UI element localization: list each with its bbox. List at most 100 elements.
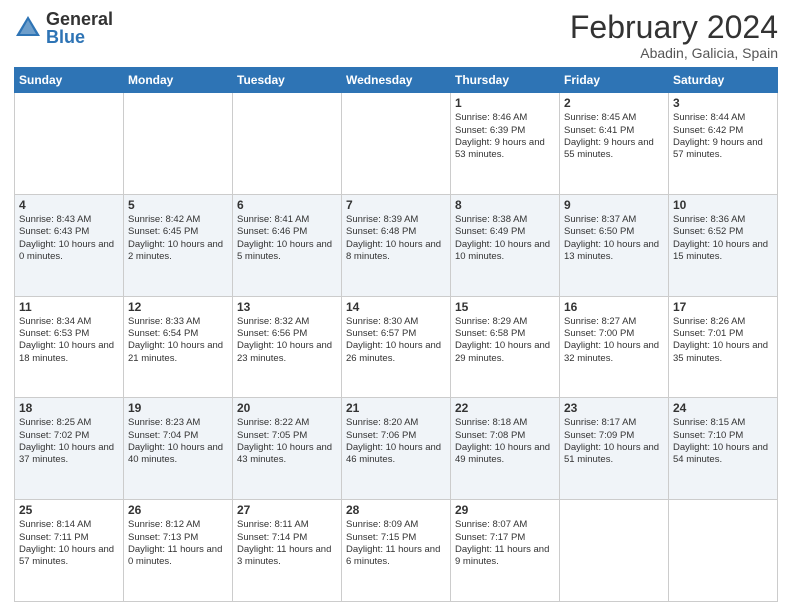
cell-text: Sunrise: 8:11 AMSunset: 7:14 PMDaylight:… <box>237 519 337 568</box>
cell-text: Sunrise: 8:29 AMSunset: 6:58 PMDaylight:… <box>455 316 555 365</box>
calendar-body: 1 Sunrise: 8:46 AMSunset: 6:39 PMDaylight… <box>15 93 778 602</box>
calendar-cell: 4Sunrise: 8:43 AMSunset: 6:43 PMDaylight… <box>15 194 124 296</box>
cell-text: Sunrise: 8:09 AMSunset: 7:15 PMDaylight:… <box>346 519 446 568</box>
logo-general: General <box>46 10 113 28</box>
cell-text: Sunrise: 8:32 AMSunset: 6:56 PMDaylight:… <box>237 316 337 365</box>
cell-text: Sunrise: 8:22 AMSunset: 7:05 PMDaylight:… <box>237 417 337 466</box>
cell-text: Sunrise: 8:12 AMSunset: 7:13 PMDaylight:… <box>128 519 228 568</box>
cell-text: Sunrise: 8:26 AMSunset: 7:01 PMDaylight:… <box>673 316 773 365</box>
day-number: 26 <box>128 503 228 517</box>
calendar-cell: 6 Sunrise: 8:41 AMSunset: 6:46 PMDaylight… <box>233 194 342 296</box>
logo-icon <box>14 14 42 42</box>
calendar-cell <box>342 93 451 195</box>
calendar-cell: 21 Sunrise: 8:20 AMSunset: 7:06 PMDayligh… <box>342 398 451 500</box>
cell-text: Sunrise: 8:33 AMSunset: 6:54 PMDaylight:… <box>128 316 228 365</box>
logo: General Blue <box>14 10 113 46</box>
day-number: 25 <box>19 503 119 517</box>
calendar-cell <box>124 93 233 195</box>
cell-text: Sunrise: 8:27 AMSunset: 7:00 PMDaylight:… <box>564 316 664 365</box>
cell-text: Sunrise: 8:41 AMSunset: 6:46 PMDaylight:… <box>237 214 337 263</box>
header-day-tuesday: Tuesday <box>233 68 342 93</box>
cell-text: Sunrise: 8:20 AMSunset: 7:06 PMDaylight:… <box>346 417 446 466</box>
day-number: 8 <box>455 198 555 212</box>
day-number: 23 <box>564 401 664 415</box>
month-year: February 2024 <box>570 10 778 45</box>
calendar-cell: 7Sunrise: 8:39 AMSunset: 6:48 PMDaylight… <box>342 194 451 296</box>
calendar-cell: 28 Sunrise: 8:09 AMSunset: 7:15 PMDayligh… <box>342 500 451 602</box>
calendar-cell: 12Sunrise: 8:33 AMSunset: 6:54 PMDayligh… <box>124 296 233 398</box>
calendar-cell <box>15 93 124 195</box>
cell-text: Sunrise: 8:30 AMSunset: 6:57 PMDaylight:… <box>346 316 446 365</box>
day-number: 27 <box>237 503 337 517</box>
title-block: February 2024 Abadin, Galicia, Spain <box>570 10 778 61</box>
day-number: 9 <box>564 198 664 212</box>
cell-text: Sunrise: 8:37 AMSunset: 6:50 PMDaylight:… <box>564 214 664 263</box>
calendar-cell: 18Sunrise: 8:25 AMSunset: 7:02 PMDayligh… <box>15 398 124 500</box>
header-day-thursday: Thursday <box>451 68 560 93</box>
day-number: 18 <box>19 401 119 415</box>
day-number: 6 <box>237 198 337 212</box>
day-number: 22 <box>455 401 555 415</box>
calendar-cell <box>560 500 669 602</box>
day-number: 19 <box>128 401 228 415</box>
calendar-cell: 27 Sunrise: 8:11 AMSunset: 7:14 PMDayligh… <box>233 500 342 602</box>
day-number: 4 <box>19 198 119 212</box>
header: General Blue February 2024 Abadin, Galic… <box>14 10 778 61</box>
week-row-2: 4Sunrise: 8:43 AMSunset: 6:43 PMDaylight… <box>15 194 778 296</box>
cell-text: Sunrise: 8:46 AMSunset: 6:39 PMDaylight:… <box>455 112 555 161</box>
cell-text: Sunrise: 8:17 AMSunset: 7:09 PMDaylight:… <box>564 417 664 466</box>
cell-text: Sunrise: 8:15 AMSunset: 7:10 PMDaylight:… <box>673 417 773 466</box>
calendar-cell: 10 Sunrise: 8:36 AMSunset: 6:52 PMDayligh… <box>669 194 778 296</box>
calendar-cell: 24 Sunrise: 8:15 AMSunset: 7:10 PMDayligh… <box>669 398 778 500</box>
day-number: 14 <box>346 300 446 314</box>
calendar-cell: 26 Sunrise: 8:12 AMSunset: 7:13 PMDayligh… <box>124 500 233 602</box>
day-number: 20 <box>237 401 337 415</box>
cell-text: Sunrise: 8:42 AMSunset: 6:45 PMDaylight:… <box>128 214 228 263</box>
day-number: 28 <box>346 503 446 517</box>
calendar-cell: 13Sunrise: 8:32 AMSunset: 6:56 PMDayligh… <box>233 296 342 398</box>
calendar-cell: 22 Sunrise: 8:18 AMSunset: 7:08 PMDayligh… <box>451 398 560 500</box>
calendar-cell: 15Sunrise: 8:29 AMSunset: 6:58 PMDayligh… <box>451 296 560 398</box>
day-number: 24 <box>673 401 773 415</box>
day-number: 10 <box>673 198 773 212</box>
cell-text: Sunrise: 8:44 AMSunset: 6:42 PMDaylight:… <box>673 112 773 161</box>
calendar-cell: 9 Sunrise: 8:37 AMSunset: 6:50 PMDaylight… <box>560 194 669 296</box>
cell-text: Sunrise: 8:34 AMSunset: 6:53 PMDaylight:… <box>19 316 119 365</box>
cell-text: Sunrise: 8:36 AMSunset: 6:52 PMDaylight:… <box>673 214 773 263</box>
week-row-1: 1 Sunrise: 8:46 AMSunset: 6:39 PMDaylight… <box>15 93 778 195</box>
day-number: 21 <box>346 401 446 415</box>
cell-text: Sunrise: 8:18 AMSunset: 7:08 PMDaylight:… <box>455 417 555 466</box>
logo-text: General Blue <box>46 10 113 46</box>
calendar-cell: 14 Sunrise: 8:30 AMSunset: 6:57 PMDayligh… <box>342 296 451 398</box>
calendar-header: SundayMondayTuesdayWednesdayThursdayFrid… <box>15 68 778 93</box>
week-row-5: 25 Sunrise: 8:14 AMSunset: 7:11 PMDayligh… <box>15 500 778 602</box>
cell-text: Sunrise: 8:23 AMSunset: 7:04 PMDaylight:… <box>128 417 228 466</box>
location: Abadin, Galicia, Spain <box>570 45 778 61</box>
calendar-table: SundayMondayTuesdayWednesdayThursdayFrid… <box>14 67 778 602</box>
cell-text: Sunrise: 8:45 AMSunset: 6:41 PMDaylight:… <box>564 112 664 161</box>
day-number: 2 <box>564 96 664 110</box>
calendar-cell: 16 Sunrise: 8:27 AMSunset: 7:00 PMDayligh… <box>560 296 669 398</box>
day-number: 11 <box>19 300 119 314</box>
calendar-cell: 17Sunrise: 8:26 AMSunset: 7:01 PMDayligh… <box>669 296 778 398</box>
cell-text: Sunrise: 8:07 AMSunset: 7:17 PMDaylight:… <box>455 519 555 568</box>
day-number: 3 <box>673 96 773 110</box>
calendar-cell: 25 Sunrise: 8:14 AMSunset: 7:11 PMDayligh… <box>15 500 124 602</box>
calendar-cell: 23 Sunrise: 8:17 AMSunset: 7:09 PMDayligh… <box>560 398 669 500</box>
calendar-cell <box>669 500 778 602</box>
day-number: 1 <box>455 96 555 110</box>
calendar-cell: 1 Sunrise: 8:46 AMSunset: 6:39 PMDaylight… <box>451 93 560 195</box>
cell-text: Sunrise: 8:14 AMSunset: 7:11 PMDaylight:… <box>19 519 119 568</box>
calendar-cell <box>233 93 342 195</box>
cell-text: Sunrise: 8:39 AMSunset: 6:48 PMDaylight:… <box>346 214 446 263</box>
calendar-cell: 19 Sunrise: 8:23 AMSunset: 7:04 PMDayligh… <box>124 398 233 500</box>
calendar-cell: 29 Sunrise: 8:07 AMSunset: 7:17 PMDayligh… <box>451 500 560 602</box>
header-day-friday: Friday <box>560 68 669 93</box>
header-row: SundayMondayTuesdayWednesdayThursdayFrid… <box>15 68 778 93</box>
header-day-sunday: Sunday <box>15 68 124 93</box>
calendar-cell: 5Sunrise: 8:42 AMSunset: 6:45 PMDaylight… <box>124 194 233 296</box>
day-number: 29 <box>455 503 555 517</box>
day-number: 16 <box>564 300 664 314</box>
header-day-wednesday: Wednesday <box>342 68 451 93</box>
calendar-cell: 20 Sunrise: 8:22 AMSunset: 7:05 PMDayligh… <box>233 398 342 500</box>
